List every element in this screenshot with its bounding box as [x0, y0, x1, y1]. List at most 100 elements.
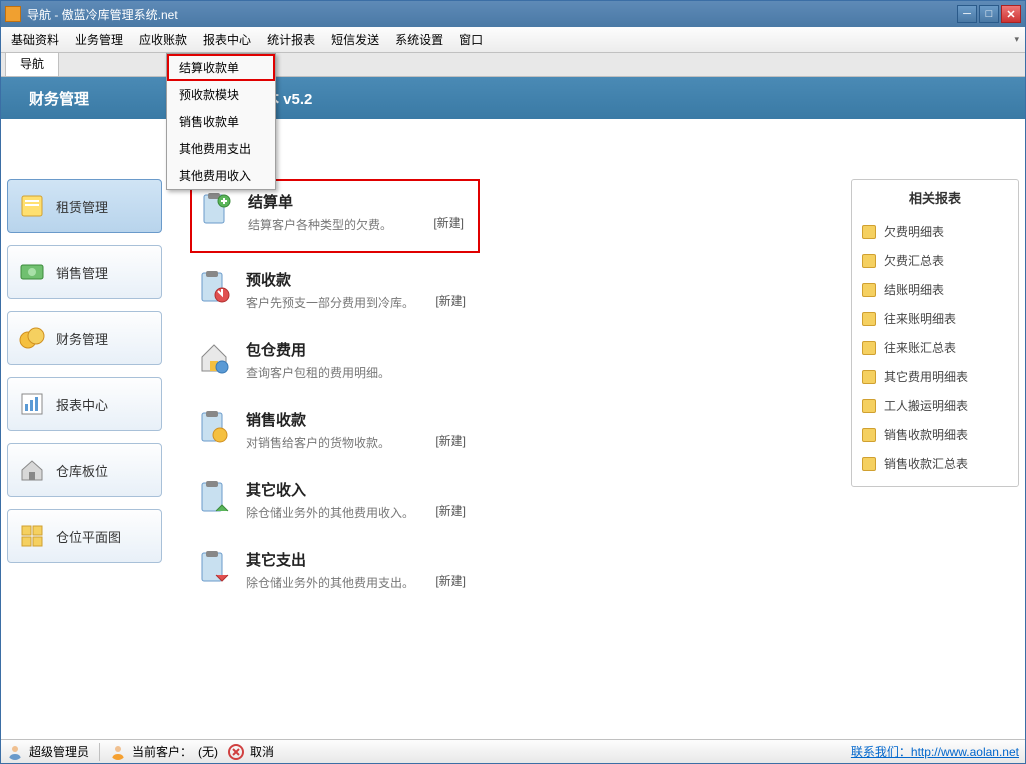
card-title: 其它收入	[246, 479, 421, 500]
status-separator	[99, 743, 100, 761]
sidebar-label: 销售管理	[56, 263, 108, 282]
report-link[interactable]: 其它费用明细表	[858, 362, 1012, 391]
statusbar: 超级管理员 当前客户： (无) 取消 联系我们：http://www.aolan…	[1, 739, 1025, 763]
card-desc: 结算客户各种类型的欠费。	[248, 216, 419, 233]
sales-receipt-icon	[196, 409, 232, 445]
card-title: 预收款	[246, 269, 421, 290]
other-income-icon	[196, 479, 232, 515]
banner: 财务管理 软件试用版本 v5.2	[1, 77, 1025, 119]
report-link[interactable]: 销售收款明细表	[858, 420, 1012, 449]
floorplan-icon	[18, 522, 46, 550]
report-icon	[862, 428, 876, 442]
card-title: 包仓费用	[246, 339, 452, 360]
tabbar: 导航	[1, 53, 1025, 77]
finance-icon	[18, 324, 46, 352]
center-panel: 结算单 结算客户各种类型的欠费。 [新建] 预收款 客户先预支一部分费用到冷库。…	[170, 127, 843, 733]
storage-fee-icon	[196, 339, 232, 375]
card-storage-fee[interactable]: 包仓费用 查询客户包租的费用明细。	[190, 329, 480, 399]
menu-receivables[interactable]: 应收账款	[131, 27, 195, 52]
tab-navigation[interactable]: 导航	[5, 50, 59, 76]
card-title: 其它支出	[246, 549, 421, 570]
contact-link[interactable]: http://www.aolan.net	[911, 745, 1019, 759]
card-desc: 对销售给客户的货物收款。	[246, 434, 421, 451]
report-link[interactable]: 结账明细表	[858, 275, 1012, 304]
card-desc: 除仓储业务外的其他费用支出。	[246, 574, 421, 591]
window-title: 导航 - 傲蓝冷库管理系统.net	[27, 6, 957, 23]
related-reports-panel: 相关报表 欠费明细表 欠费汇总表 结账明细表 往来账明细表 往来账汇总表 其它费…	[851, 179, 1019, 487]
card-new-link[interactable]: [新建]	[435, 432, 466, 449]
banner-left: 财务管理	[29, 88, 89, 109]
card-prepay[interactable]: 预收款 客户先预支一部分费用到冷库。 [新建]	[190, 259, 480, 329]
report-link[interactable]: 往来账汇总表	[858, 333, 1012, 362]
card-new-link[interactable]: [新建]	[435, 292, 466, 309]
card-title: 结算单	[248, 191, 419, 212]
sidebar-item-floorplan[interactable]: 仓位平面图	[7, 509, 162, 563]
status-customer-label: 当前客户：	[132, 743, 192, 760]
main-area: 租赁管理 销售管理 财务管理 报表中心 仓库板位	[1, 119, 1025, 739]
sidebar: 租赁管理 销售管理 财务管理 报表中心 仓库板位	[7, 127, 162, 733]
menu-sms[interactable]: 短信发送	[323, 27, 387, 52]
menubar-overflow-icon[interactable]: ▾	[1008, 34, 1025, 45]
contact-label: 联系我们：	[851, 745, 911, 759]
maximize-button[interactable]: □	[979, 5, 999, 23]
report-link[interactable]: 往来账明细表	[858, 304, 1012, 333]
other-expense-icon	[196, 549, 232, 585]
card-other-income[interactable]: 其它收入 除仓储业务外的其他费用收入。 [新建]	[190, 469, 480, 539]
close-button[interactable]: ✕	[1001, 5, 1021, 23]
sidebar-item-lease[interactable]: 租赁管理	[7, 179, 162, 233]
menu-window[interactable]: 窗口	[451, 27, 491, 52]
sidebar-label: 仓库板位	[56, 461, 108, 480]
report-link[interactable]: 欠费明细表	[858, 217, 1012, 246]
sidebar-item-warehouse[interactable]: 仓库板位	[7, 443, 162, 497]
report-icon	[862, 225, 876, 239]
dropdown-item-other-income[interactable]: 其他费用收入	[167, 162, 275, 189]
report-icon	[862, 341, 876, 355]
menu-system[interactable]: 系统设置	[387, 27, 451, 52]
report-icon	[862, 283, 876, 297]
report-link[interactable]: 欠费汇总表	[858, 246, 1012, 275]
menu-stats[interactable]: 统计报表	[259, 27, 323, 52]
sidebar-item-sales[interactable]: 销售管理	[7, 245, 162, 299]
sidebar-label: 财务管理	[56, 329, 108, 348]
status-user: 超级管理员	[29, 743, 89, 760]
menu-basic-data[interactable]: 基础资料	[3, 27, 67, 52]
user-icon	[7, 744, 23, 760]
prepay-icon	[196, 269, 232, 305]
menu-business[interactable]: 业务管理	[67, 27, 131, 52]
card-new-link[interactable]: [新建]	[435, 502, 466, 519]
card-new-link[interactable]: [新建]	[433, 214, 464, 231]
app-icon	[5, 6, 21, 22]
sidebar-label: 报表中心	[56, 395, 108, 414]
sidebar-item-reports[interactable]: 报表中心	[7, 377, 162, 431]
dropdown-item-settlement[interactable]: 结算收款单	[167, 54, 275, 81]
report-icon	[862, 399, 876, 413]
status-cancel[interactable]: 取消	[250, 743, 274, 760]
cancel-icon[interactable]	[228, 744, 244, 760]
sidebar-item-finance[interactable]: 财务管理	[7, 311, 162, 365]
card-desc: 客户先预支一部分费用到冷库。	[246, 294, 421, 311]
report-link[interactable]: 工人搬运明细表	[858, 391, 1012, 420]
card-settlement[interactable]: 结算单 结算客户各种类型的欠费。 [新建]	[190, 179, 480, 253]
sidebar-label: 仓位平面图	[56, 527, 121, 546]
minimize-button[interactable]: ─	[957, 5, 977, 23]
report-icon	[862, 312, 876, 326]
lease-icon	[18, 192, 46, 220]
app-window: 导航 - 傲蓝冷库管理系统.net ─ □ ✕ 基础资料 业务管理 应收账款 报…	[0, 0, 1026, 764]
menubar: 基础资料 业务管理 应收账款 报表中心 统计报表 短信发送 系统设置 窗口 ▾ …	[1, 27, 1025, 53]
menu-report-center[interactable]: 报表中心	[195, 27, 259, 52]
report-icon	[862, 457, 876, 471]
report-icon	[862, 370, 876, 384]
card-title: 销售收款	[246, 409, 421, 430]
reports-icon	[18, 390, 46, 418]
dropdown-item-sales-receipt[interactable]: 销售收款单	[167, 108, 275, 135]
sidebar-label: 租赁管理	[56, 197, 108, 216]
dropdown-item-other-expense[interactable]: 其他费用支出	[167, 135, 275, 162]
card-new-link[interactable]: [新建]	[435, 572, 466, 589]
warehouse-icon	[18, 456, 46, 484]
dropdown-receivables: 结算收款单 预收款模块 销售收款单 其他费用支出 其他费用收入	[166, 53, 276, 190]
dropdown-item-prepay[interactable]: 预收款模块	[167, 81, 275, 108]
card-sales-receipt[interactable]: 销售收款 对销售给客户的货物收款。 [新建]	[190, 399, 480, 469]
report-link[interactable]: 销售收款汇总表	[858, 449, 1012, 478]
card-other-expense[interactable]: 其它支出 除仓储业务外的其他费用支出。 [新建]	[190, 539, 480, 609]
settlement-icon	[198, 191, 234, 227]
